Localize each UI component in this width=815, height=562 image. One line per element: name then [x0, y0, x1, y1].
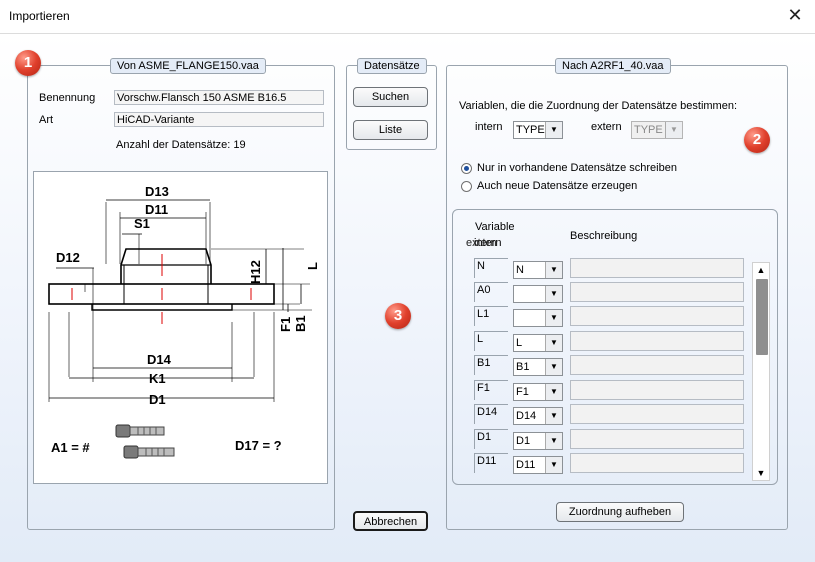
variable-extern-select[interactable]: B1 ▼	[513, 358, 563, 376]
extern-select-value: TYPE	[634, 124, 663, 136]
variable-intern: D14	[474, 404, 508, 424]
chevron-down-icon: ▼	[545, 262, 562, 278]
variable-extern-select[interactable]: D14 ▼	[513, 407, 563, 425]
chevron-down-icon: ▼	[545, 408, 562, 424]
dim-k1: K1	[149, 371, 166, 386]
window-title: Importieren	[9, 9, 70, 23]
chevron-down-icon: ▼	[545, 457, 562, 473]
a1-text: A1 = #	[51, 440, 90, 455]
scroll-up-icon[interactable]: ▲	[753, 263, 769, 277]
variable-intern: A0	[474, 282, 508, 302]
chevron-down-icon: ▼	[545, 384, 562, 400]
d17-text: D17 = ?	[235, 438, 282, 453]
variable-description	[570, 453, 744, 473]
chevron-down-icon: ▼	[545, 310, 562, 326]
chevron-down-icon: ▼	[665, 122, 682, 138]
close-icon[interactable]: ✕	[783, 3, 807, 27]
dim-l: L	[305, 262, 320, 270]
dim-d12: D12	[56, 250, 80, 265]
dim-d14: D14	[147, 352, 172, 367]
flange-drawing-svg: D13 D11 S1 D12 H12 L B1 F1 D14 K1 D1 A1 …	[48, 184, 320, 459]
chevron-down-icon: ▼	[545, 286, 562, 302]
dim-s1: S1	[134, 216, 150, 231]
variable-extern-value: N	[516, 264, 524, 276]
variable-intern: D11	[474, 453, 508, 473]
variable-extern-select[interactable]: F1 ▼	[513, 383, 563, 401]
col-description: Beschreibung	[570, 230, 638, 242]
col-variable: Variable	[475, 221, 515, 233]
dialog-client: Von ASME_FLANGE150.vaa 1 Benennung Vorsc…	[0, 34, 815, 562]
variable-description	[570, 404, 744, 424]
variable-description	[570, 355, 744, 375]
variable-extern-value: D11	[516, 459, 536, 471]
variable-extern-value: F1	[516, 386, 529, 398]
dim-b1: B1	[293, 315, 308, 332]
scroll-down-icon[interactable]: ▼	[753, 466, 769, 480]
target-legend: Nach A2RF1_40.vaa	[555, 58, 671, 74]
variable-description	[570, 331, 744, 351]
variable-extern-value: L	[516, 337, 523, 349]
variable-intern: L1	[474, 306, 508, 326]
intern-select-value: TYPE	[516, 124, 545, 136]
step-3-badge: 3	[385, 303, 411, 329]
variable-description	[570, 258, 744, 278]
variable-extern-value: D14	[516, 410, 537, 422]
variable-intern: F1	[474, 380, 508, 400]
variable-extern-select[interactable]: D1 ▼	[513, 432, 563, 450]
variable-description	[570, 306, 744, 326]
benennung-label: Benennung	[39, 92, 96, 104]
mapping-scrollbar[interactable]: ▲ ▼	[752, 262, 770, 481]
variable-extern-value: D1	[516, 435, 531, 447]
extern-label: extern	[591, 121, 622, 133]
variable-extern-select[interactable]: N ▼	[513, 261, 563, 279]
records-legend: Datensätze	[357, 58, 427, 74]
radio-existing-label[interactable]: Nur in vorhandene Datensätze schreiben	[477, 162, 677, 174]
title-bar: Importieren ✕	[0, 0, 815, 34]
step-1-badge: 1	[15, 50, 41, 76]
variable-intern: D1	[474, 429, 508, 449]
radio-existing-only[interactable]	[461, 163, 472, 174]
bolt-icon	[115, 424, 175, 459]
col-extern: extern	[466, 237, 497, 249]
list-button[interactable]: Liste	[353, 120, 428, 140]
search-button[interactable]: Suchen	[353, 87, 428, 107]
chevron-down-icon: ▼	[545, 359, 562, 375]
art-label: Art	[39, 114, 54, 126]
flange-drawing: D13 D11 S1 D12 H12 L B1 F1 D14 K1 D1 A1 …	[33, 171, 328, 484]
variable-extern-value: B1	[516, 361, 530, 373]
intern-select[interactable]: TYPE ▼	[513, 121, 563, 139]
intern-label: intern	[475, 121, 503, 133]
variable-extern-select[interactable]: D11 ▼	[513, 456, 563, 474]
radio-create-label[interactable]: Auch neue Datensätze erzeugen	[477, 180, 637, 192]
extern-select[interactable]: TYPE ▼	[631, 121, 683, 139]
dim-h12: H12	[248, 260, 263, 284]
art-field: HiCAD-Variante	[114, 112, 324, 127]
source-legend: Von ASME_FLANGE150.vaa	[110, 58, 266, 74]
variable-intern: L	[474, 331, 508, 351]
step-2-badge: 2	[744, 127, 770, 153]
variable-extern-select[interactable]: L ▼	[513, 334, 563, 352]
variable-intern: N	[474, 258, 508, 278]
dim-f1: F1	[278, 317, 293, 332]
variable-description	[570, 429, 744, 449]
radio-create-new[interactable]	[461, 181, 472, 192]
variable-intern: B1	[474, 355, 508, 375]
chevron-down-icon: ▼	[545, 122, 562, 138]
vars-text: Variablen, die die Zuordnung der Datensä…	[459, 100, 738, 112]
record-count: Anzahl der Datensätze: 19	[116, 139, 246, 151]
variable-description	[570, 380, 744, 400]
dim-d11: D11	[145, 202, 168, 217]
dim-d1: D1	[149, 392, 166, 407]
cancel-button[interactable]: Abbrechen	[353, 511, 428, 531]
variable-extern-select[interactable]: ▼	[513, 285, 563, 303]
unassign-button[interactable]: Zuordnung aufheben	[556, 502, 684, 522]
scroll-thumb[interactable]	[756, 279, 768, 355]
chevron-down-icon: ▼	[545, 335, 562, 351]
variable-extern-select[interactable]: ▼	[513, 309, 563, 327]
chevron-down-icon: ▼	[545, 433, 562, 449]
variable-description	[570, 282, 744, 302]
benennung-field: Vorschw.Flansch 150 ASME B16.5	[114, 90, 324, 105]
dim-d13: D13	[145, 184, 169, 199]
